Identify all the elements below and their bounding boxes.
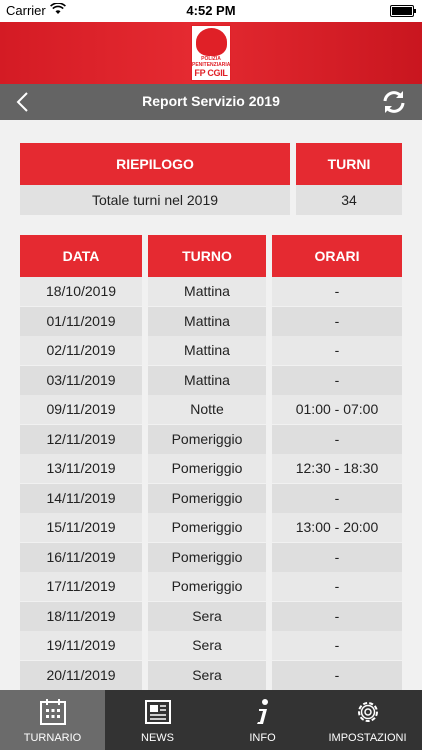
cell-orari: 12:30 - 18:30 — [272, 454, 402, 483]
tab-label: TURNARIO — [23, 732, 82, 744]
table-row: 18/11/2019 Sera - — [20, 601, 402, 631]
cell-orari: - — [272, 306, 402, 336]
battery-icon — [390, 5, 416, 17]
cell-turno: Sera — [148, 631, 266, 660]
table-row: 02/11/2019 Mattina - — [20, 336, 402, 365]
cell-data: 18/11/2019 — [20, 601, 142, 631]
cell-data: 19/11/2019 — [20, 631, 142, 660]
table-row: 16/11/2019 Pomeriggio - — [20, 542, 402, 572]
cell-orari: - — [272, 483, 402, 513]
page-title: Report Servizio 2019 — [142, 93, 280, 109]
cell-turno: Notte — [148, 395, 266, 424]
column-header-turno: TURNO — [148, 235, 266, 277]
summary-value: 34 — [296, 185, 402, 215]
tab-news[interactable]: NEWS — [105, 690, 210, 750]
table-row: 17/11/2019 Pomeriggio - — [20, 572, 402, 601]
tab-impostazioni[interactable]: IMPOSTAZIONI — [315, 690, 420, 750]
logo-subtitle: POLIZIA PENITENZIARIA — [192, 56, 231, 68]
report-content[interactable]: RIEPILOGO TURNI Totale turni nel 2019 34… — [0, 120, 422, 690]
brand-header: POLIZIA PENITENZIARIA FP CGIL — [0, 22, 422, 84]
summary-header-riepilogo: RIEPILOGO — [20, 143, 290, 185]
tab-info[interactable]: INFO — [210, 690, 315, 750]
info-icon — [257, 699, 268, 724]
cell-orari: 13:00 - 20:00 — [272, 513, 402, 542]
refresh-icon[interactable] — [380, 88, 408, 116]
cell-data: 09/11/2019 — [20, 395, 142, 424]
tab-label: NEWS — [141, 732, 174, 744]
cell-data: 16/11/2019 — [20, 542, 142, 572]
cell-turno: Sera — [148, 601, 266, 631]
cell-orari: - — [272, 277, 402, 306]
tab-label: INFO — [249, 732, 276, 744]
cell-data: 02/11/2019 — [20, 336, 142, 365]
cell-data: 12/11/2019 — [20, 424, 142, 454]
status-bar: Carrier 4:52 PM — [0, 0, 422, 22]
cell-data: 13/11/2019 — [20, 454, 142, 483]
table-row: 01/11/2019 Mattina - — [20, 306, 402, 336]
flame-icon — [196, 28, 227, 56]
cell-orari: - — [272, 365, 402, 395]
cell-orari: - — [272, 601, 402, 631]
logo-title: FP CGIL — [194, 68, 228, 78]
cell-data: 01/11/2019 — [20, 306, 142, 336]
cell-data: 14/11/2019 — [20, 483, 142, 513]
cell-data: 15/11/2019 — [20, 513, 142, 542]
clock: 4:52 PM — [186, 3, 236, 18]
cell-orari: - — [272, 336, 402, 365]
cell-data: 18/10/2019 — [20, 277, 142, 306]
cell-turno: Pomeriggio — [148, 454, 266, 483]
table-row: 09/11/2019 Notte 01:00 - 07:00 — [20, 395, 402, 424]
cell-orari: 01:00 - 07:00 — [272, 395, 402, 424]
cell-turno: Mattina — [148, 306, 266, 336]
gear-icon — [358, 702, 378, 722]
cell-data: 17/11/2019 — [20, 572, 142, 601]
tab-label: IMPOSTAZIONI — [328, 732, 407, 744]
navigation-bar: Report Servizio 2019 — [0, 84, 422, 120]
cell-data: 20/11/2019 — [20, 660, 142, 690]
table-row: 20/11/2019 Sera - — [20, 660, 402, 690]
table-row: 12/11/2019 Pomeriggio - — [20, 424, 402, 454]
cell-orari: - — [272, 572, 402, 601]
calendar-icon — [40, 699, 66, 725]
column-header-orari: ORARI — [272, 235, 402, 277]
cell-turno: Pomeriggio — [148, 572, 266, 601]
cell-turno: Mattina — [148, 365, 266, 395]
cell-turno: Pomeriggio — [148, 513, 266, 542]
cell-turno: Pomeriggio — [148, 424, 266, 454]
fp-cgil-logo: POLIZIA PENITENZIARIA FP CGIL — [191, 25, 231, 81]
table-row: 19/11/2019 Sera - — [20, 631, 402, 660]
column-header-data: DATA — [20, 235, 142, 277]
table-row: 14/11/2019 Pomeriggio - — [20, 483, 402, 513]
cell-orari: - — [272, 542, 402, 572]
cell-data: 03/11/2019 — [20, 365, 142, 395]
tab-turnario[interactable]: TURNARIO — [0, 690, 105, 750]
cell-orari: - — [272, 424, 402, 454]
newspaper-icon — [145, 700, 171, 724]
cell-turno: Pomeriggio — [148, 483, 266, 513]
summary-label: Totale turni nel 2019 — [20, 185, 290, 215]
cell-turno: Pomeriggio — [148, 542, 266, 572]
cell-orari: - — [272, 631, 402, 660]
table-row: 15/11/2019 Pomeriggio 13:00 - 20:00 — [20, 513, 402, 542]
summary-header-turni: TURNI — [296, 143, 402, 185]
table-row: 18/10/2019 Mattina - — [20, 277, 402, 306]
cell-turno: Mattina — [148, 336, 266, 365]
tab-bar: TURNARIO NEWS INFO IMPOSTAZIONI — [0, 690, 422, 750]
cell-turno: Sera — [148, 660, 266, 690]
cell-turno: Mattina — [148, 277, 266, 306]
cell-orari: - — [272, 660, 402, 690]
table-row: 13/11/2019 Pomeriggio 12:30 - 18:30 — [20, 454, 402, 483]
table-row: 03/11/2019 Mattina - — [20, 365, 402, 395]
